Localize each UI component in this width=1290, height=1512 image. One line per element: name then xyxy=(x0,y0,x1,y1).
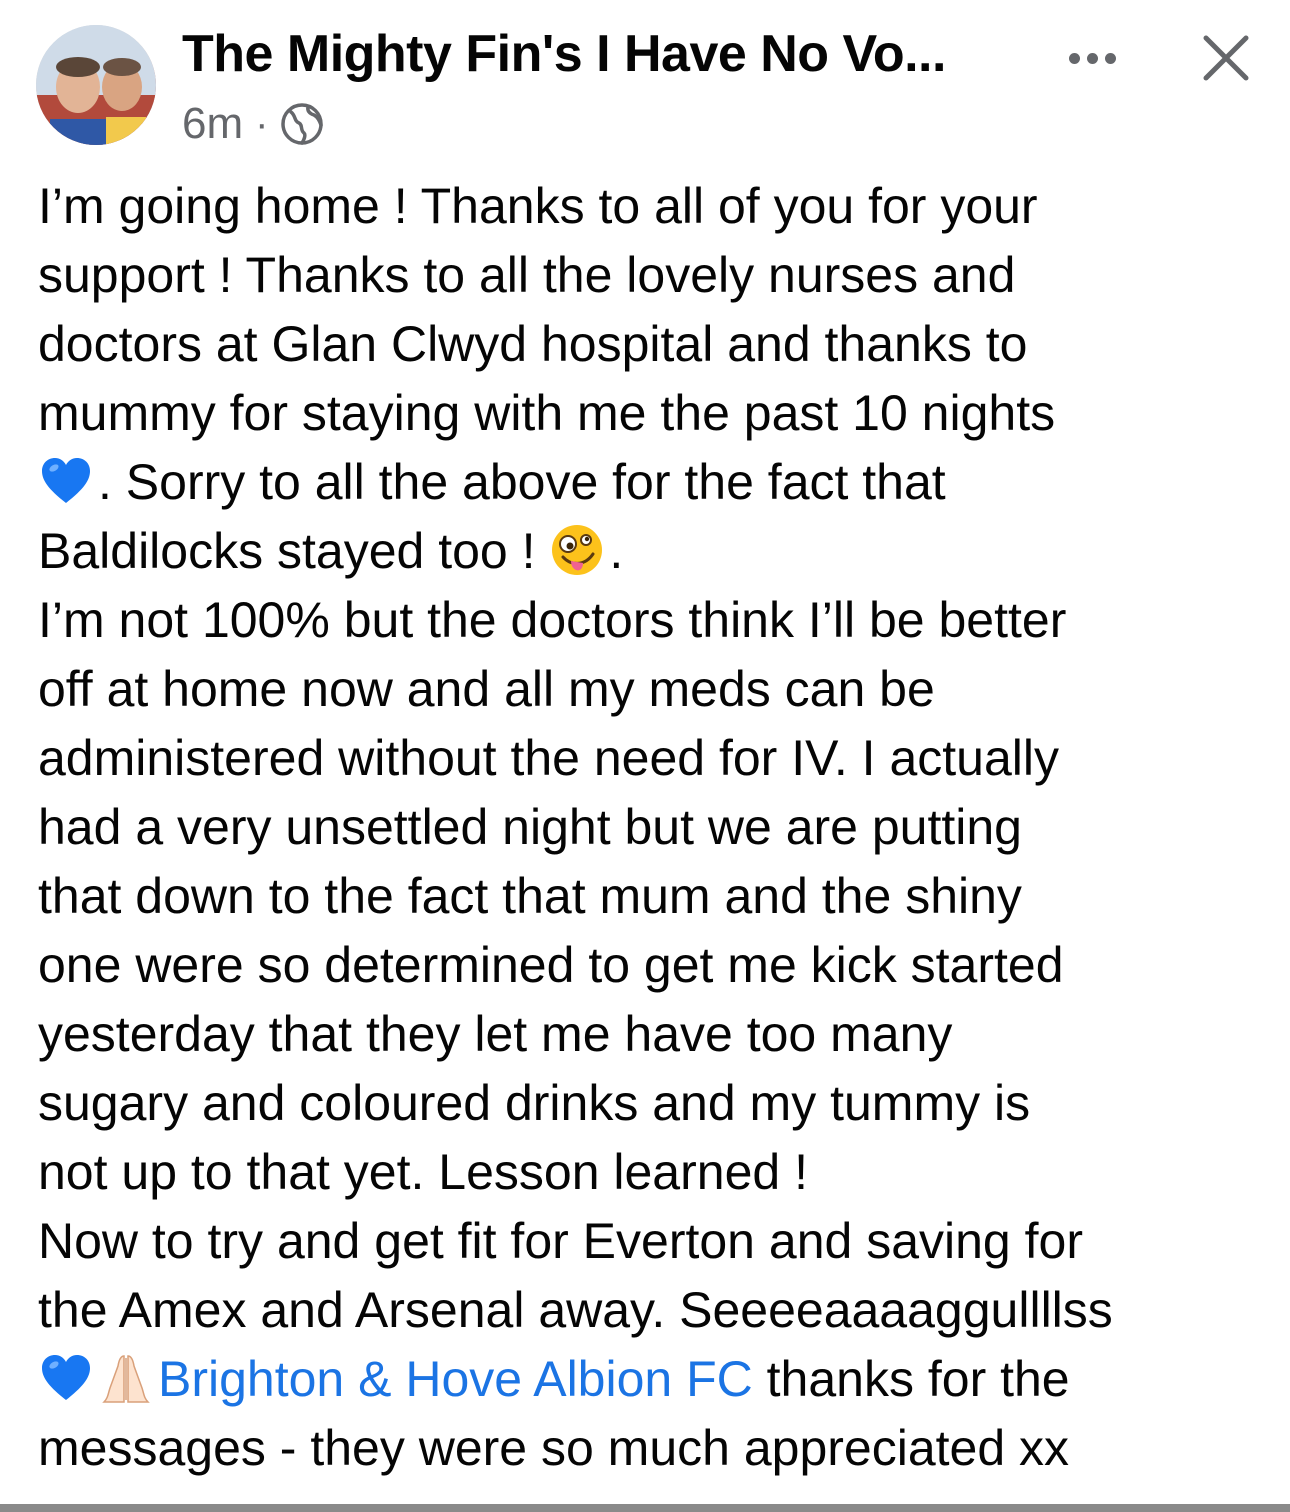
post-line: not up to that yet. Lesson learned ! xyxy=(38,1144,808,1200)
mention-link[interactable]: Brighton & Hove Albion FC xyxy=(158,1351,753,1407)
post-line-text: . Sorry to all the above for the fact th… xyxy=(98,454,946,510)
post-line: had a very unsettled night but we are pu… xyxy=(38,799,1022,855)
post-line-text: thanks for the xyxy=(752,1351,1070,1407)
post-line: I’m not 100% but the doctors think I’ll … xyxy=(38,592,1067,648)
post-line: administered without the need for IV. I … xyxy=(38,730,1059,786)
post-meta: 6m · xyxy=(182,96,326,152)
post-line-text: . xyxy=(609,523,624,579)
meta-separator: · xyxy=(255,101,269,146)
page-title[interactable]: The Mighty Fin's I Have No Vo... xyxy=(182,24,1022,84)
post-line: . Sorry to all the above for the fact th… xyxy=(38,448,1258,517)
more-dot xyxy=(1068,52,1080,64)
post-line: I’m going home ! Thanks to all of you fo… xyxy=(38,178,1038,234)
post-line: that down to the fact that mum and the s… xyxy=(38,868,1022,924)
blue-heart-emoji xyxy=(42,1355,90,1400)
post-line: the Amex and Arsenal away. Seeeeaaaaggul… xyxy=(38,1282,1113,1338)
post-line: Baldilocks stayed too ! . xyxy=(38,517,1258,586)
page-avatar[interactable] xyxy=(36,25,156,145)
post-line: messages - they were so much appreciated… xyxy=(38,1420,1070,1476)
post-timestamp[interactable]: 6m xyxy=(182,99,243,149)
bottom-divider xyxy=(0,1504,1290,1512)
post-line-text: Baldilocks stayed too ! xyxy=(38,523,550,579)
post-line: doctors at Glan Clwyd hospital and thank… xyxy=(38,316,1028,372)
post-line: yesterday that they let me have too many xyxy=(38,1006,953,1062)
post-text: I’m going home ! Thanks to all of you fo… xyxy=(38,172,1258,1483)
post-line: off at home now and all my meds can be xyxy=(38,661,935,717)
more-options-icon[interactable] xyxy=(1058,38,1126,78)
post-line: support ! Thanks to all the lovely nurse… xyxy=(38,247,1016,303)
more-dot xyxy=(1104,52,1116,64)
globe-icon[interactable] xyxy=(278,100,326,148)
post-line: sugary and coloured drinks and my tummy … xyxy=(38,1075,1031,1131)
post-line: mummy for staying with me the past 10 ni… xyxy=(38,385,1056,441)
blue-heart-emoji xyxy=(42,458,90,503)
more-dot xyxy=(1086,52,1098,64)
folded-hands-emoji xyxy=(102,1355,150,1403)
post-line: Brighton & Hove Albion FC thanks for the xyxy=(38,1345,1258,1414)
zany-face-emoji xyxy=(552,525,603,575)
post-line: one were so determined to get me kick st… xyxy=(38,937,1064,993)
post-header: The Mighty Fin's I Have No Vo... 6m · xyxy=(0,0,1290,160)
post-line: Now to try and get fit for Everton and s… xyxy=(38,1213,1083,1269)
close-icon[interactable] xyxy=(1196,28,1256,88)
